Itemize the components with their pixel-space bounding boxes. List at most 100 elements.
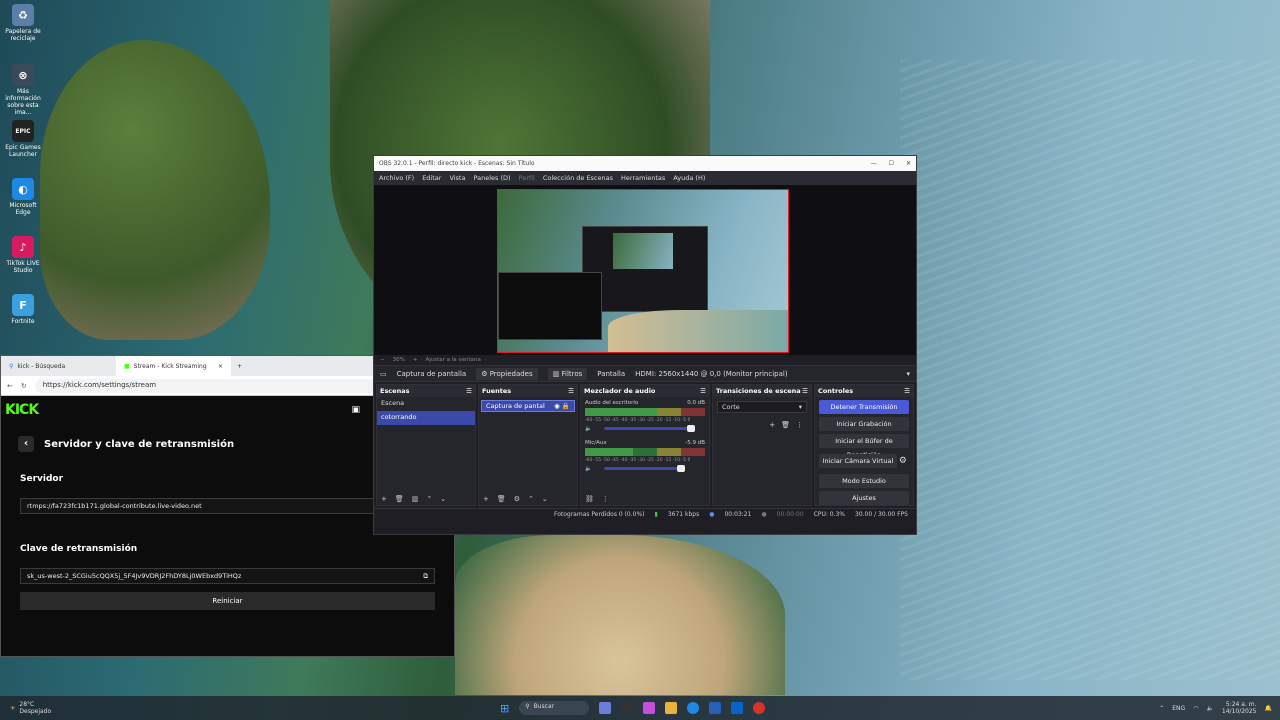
dock-menu-icon[interactable]: ☰ (466, 387, 472, 395)
menu-scene-collection[interactable]: Colección de Escenas (543, 174, 613, 182)
desktop-icon[interactable]: F Fortnite (3, 294, 43, 325)
back-icon[interactable]: ← (7, 382, 13, 390)
outlook-icon[interactable] (731, 702, 744, 714)
dock-menu-icon[interactable]: ☰ (802, 387, 808, 395)
reload-icon[interactable]: ↻ (21, 382, 27, 390)
taskbar-search[interactable]: ⚲ Buscar (519, 701, 590, 715)
studio-mode-button[interactable]: Modo Estudio (819, 474, 909, 488)
settings-button[interactable]: Ajustes (819, 491, 909, 505)
trash-icon[interactable]: 🗑 (497, 495, 506, 503)
add-icon[interactable]: + (381, 495, 387, 503)
transition-select[interactable]: Corte ▾ (717, 401, 807, 413)
gear-icon[interactable]: ⚙ (899, 456, 907, 466)
copilot-icon[interactable] (643, 702, 656, 714)
task-view-icon[interactable] (621, 702, 634, 714)
screen-label: Pantalla (597, 369, 626, 378)
kick-logo[interactable]: KICK (5, 402, 39, 418)
edge-icon[interactable] (687, 702, 700, 714)
up-icon[interactable]: ⌃ (528, 495, 534, 503)
mixer-footer: ⛓ ⋮ (585, 495, 609, 503)
volume-icon[interactable]: 🔈 (1206, 705, 1213, 712)
weather-desc: Despejado (19, 708, 52, 715)
widgets-icon[interactable] (599, 702, 612, 714)
volume-slider[interactable] (603, 465, 685, 472)
reset-key-button[interactable]: Reiniciar (20, 592, 435, 610)
close-icon[interactable]: ✕ (906, 160, 911, 167)
wallpaper-island-left (40, 40, 270, 340)
menu-file[interactable]: Archivo (F) (379, 174, 414, 182)
preview-canvas[interactable] (497, 189, 789, 353)
zoom-level[interactable]: 30% (393, 357, 405, 363)
stop-streaming-button[interactable]: Detener Transmisión (819, 400, 909, 414)
notification-icon[interactable]: 🔔 (1265, 705, 1272, 712)
scene-item[interactable]: cotorrando (377, 411, 475, 425)
more-icon[interactable]: ⋮ (602, 495, 609, 503)
search-icon: ⚲ (9, 362, 14, 370)
speaker-icon[interactable]: 🔈 (585, 466, 592, 472)
browser-tab-search[interactable]: ⚲ kick - Búsqueda (1, 356, 116, 376)
desktop-icon[interactable]: ⊗ Más información sobre esta ima... (3, 64, 43, 116)
add-icon[interactable]: + (483, 495, 489, 503)
fit-window-button[interactable]: Ajustar a la ventana (425, 357, 480, 363)
menu-edit[interactable]: Editar (422, 174, 441, 182)
file-explorer-icon[interactable] (665, 702, 678, 714)
chevron-up-icon[interactable]: ⌃ (1159, 705, 1164, 712)
browser-tab-kick[interactable]: ■ Stream - Kick Streaming × (116, 356, 231, 376)
filters-button[interactable]: ▥ Filtros (547, 367, 588, 380)
trash-icon[interactable]: 🗑 (781, 421, 790, 429)
new-tab-icon[interactable]: + (231, 363, 248, 370)
store-icon[interactable] (709, 702, 722, 714)
menu-view[interactable]: Vista (449, 174, 465, 182)
down-icon[interactable]: ⌄ (440, 495, 446, 503)
start-icon[interactable]: ⊞ (500, 702, 509, 715)
zoom-minus-icon[interactable]: − (380, 357, 385, 363)
link-icon[interactable]: ⛓ (585, 495, 594, 503)
desktop-icon[interactable]: EPIC Epic Games Launcher (3, 120, 43, 158)
stream-time: 00:03:21 (724, 511, 752, 518)
menu-docks[interactable]: Paneles (D) (473, 174, 510, 182)
gift-icon[interactable]: ▣ (351, 405, 360, 415)
copy-icon[interactable]: ⧉ (423, 572, 428, 580)
maximize-icon[interactable]: ☐ (889, 160, 894, 167)
obs-icon[interactable] (753, 702, 766, 714)
clock[interactable]: 5:24 a. m. 14/10/2025 (1222, 701, 1257, 715)
dock-menu-icon[interactable]: ☰ (700, 387, 706, 395)
properties-button[interactable]: ⚙ Propiedades (476, 367, 538, 380)
lock-icon[interactable]: 🔒 (562, 402, 570, 410)
source-item[interactable]: Captura de pantal ◉ 🔒 (481, 400, 575, 412)
replay-buffer-button[interactable]: Iniciar el Búfer de Repetición (819, 434, 909, 459)
trash-icon[interactable]: 🗑 (395, 495, 404, 503)
up-icon[interactable]: ⌃ (426, 495, 432, 503)
address-bar[interactable]: https://kick.com/settings/stream (34, 378, 421, 393)
menu-help[interactable]: Ayuda (H) (673, 174, 705, 182)
menu-profile[interactable]: Perfil (519, 174, 535, 182)
gear-icon[interactable]: ⚙ (514, 495, 520, 503)
add-icon[interactable]: + (769, 421, 775, 429)
close-icon[interactable]: × (218, 363, 223, 370)
filter-icon[interactable]: ▥ (412, 495, 419, 503)
more-icon[interactable]: ⋮ (796, 421, 803, 429)
weather-widget[interactable]: ☀ 28°C Despejado (10, 701, 51, 715)
down-icon[interactable]: ⌄ (542, 495, 548, 503)
eye-icon[interactable]: ◉ (554, 402, 560, 410)
desktop-icon[interactable]: ◐ Microsoft Edge (3, 178, 43, 216)
virtual-camera-button[interactable]: Iniciar Cámara Virtual (819, 454, 897, 468)
desktop-icon[interactable]: ♻ Papelera de reciclaje (3, 4, 43, 42)
start-recording-button[interactable]: Iniciar Grabación (819, 417, 909, 431)
desktop-icon[interactable]: ♪ TikTok LIVE Studio (3, 236, 43, 274)
wifi-icon[interactable]: ◠ (1193, 705, 1198, 712)
lang-indicator[interactable]: ENG (1172, 705, 1185, 712)
stream-key-field[interactable]: sk_us-west-2_SCGiu5cQQX5j_5F4Jv9VDRJ2FhD… (20, 568, 435, 584)
speaker-icon[interactable]: 🔈 (585, 426, 592, 432)
dock-menu-icon[interactable]: ☰ (568, 387, 574, 395)
system-tray: ⌃ ENG ◠ 🔈 5:24 a. m. 14/10/2025 🔔 (1159, 701, 1272, 715)
zoom-plus-icon[interactable]: + (413, 357, 418, 363)
menu-tools[interactable]: Herramientas (621, 174, 665, 182)
transitions-header: Transiciones de escena ☰ (713, 385, 811, 397)
dock-menu-icon[interactable]: ☰ (904, 387, 910, 395)
scene-item[interactable]: Escena (377, 397, 475, 411)
back-chevron-icon[interactable]: ‹ (18, 436, 34, 452)
screen-select[interactable]: HDMI: 2560x1440 @ 0,0 (Monitor principal… (635, 370, 910, 378)
volume-slider[interactable] (603, 425, 695, 432)
minimize-icon[interactable]: — (871, 160, 877, 167)
